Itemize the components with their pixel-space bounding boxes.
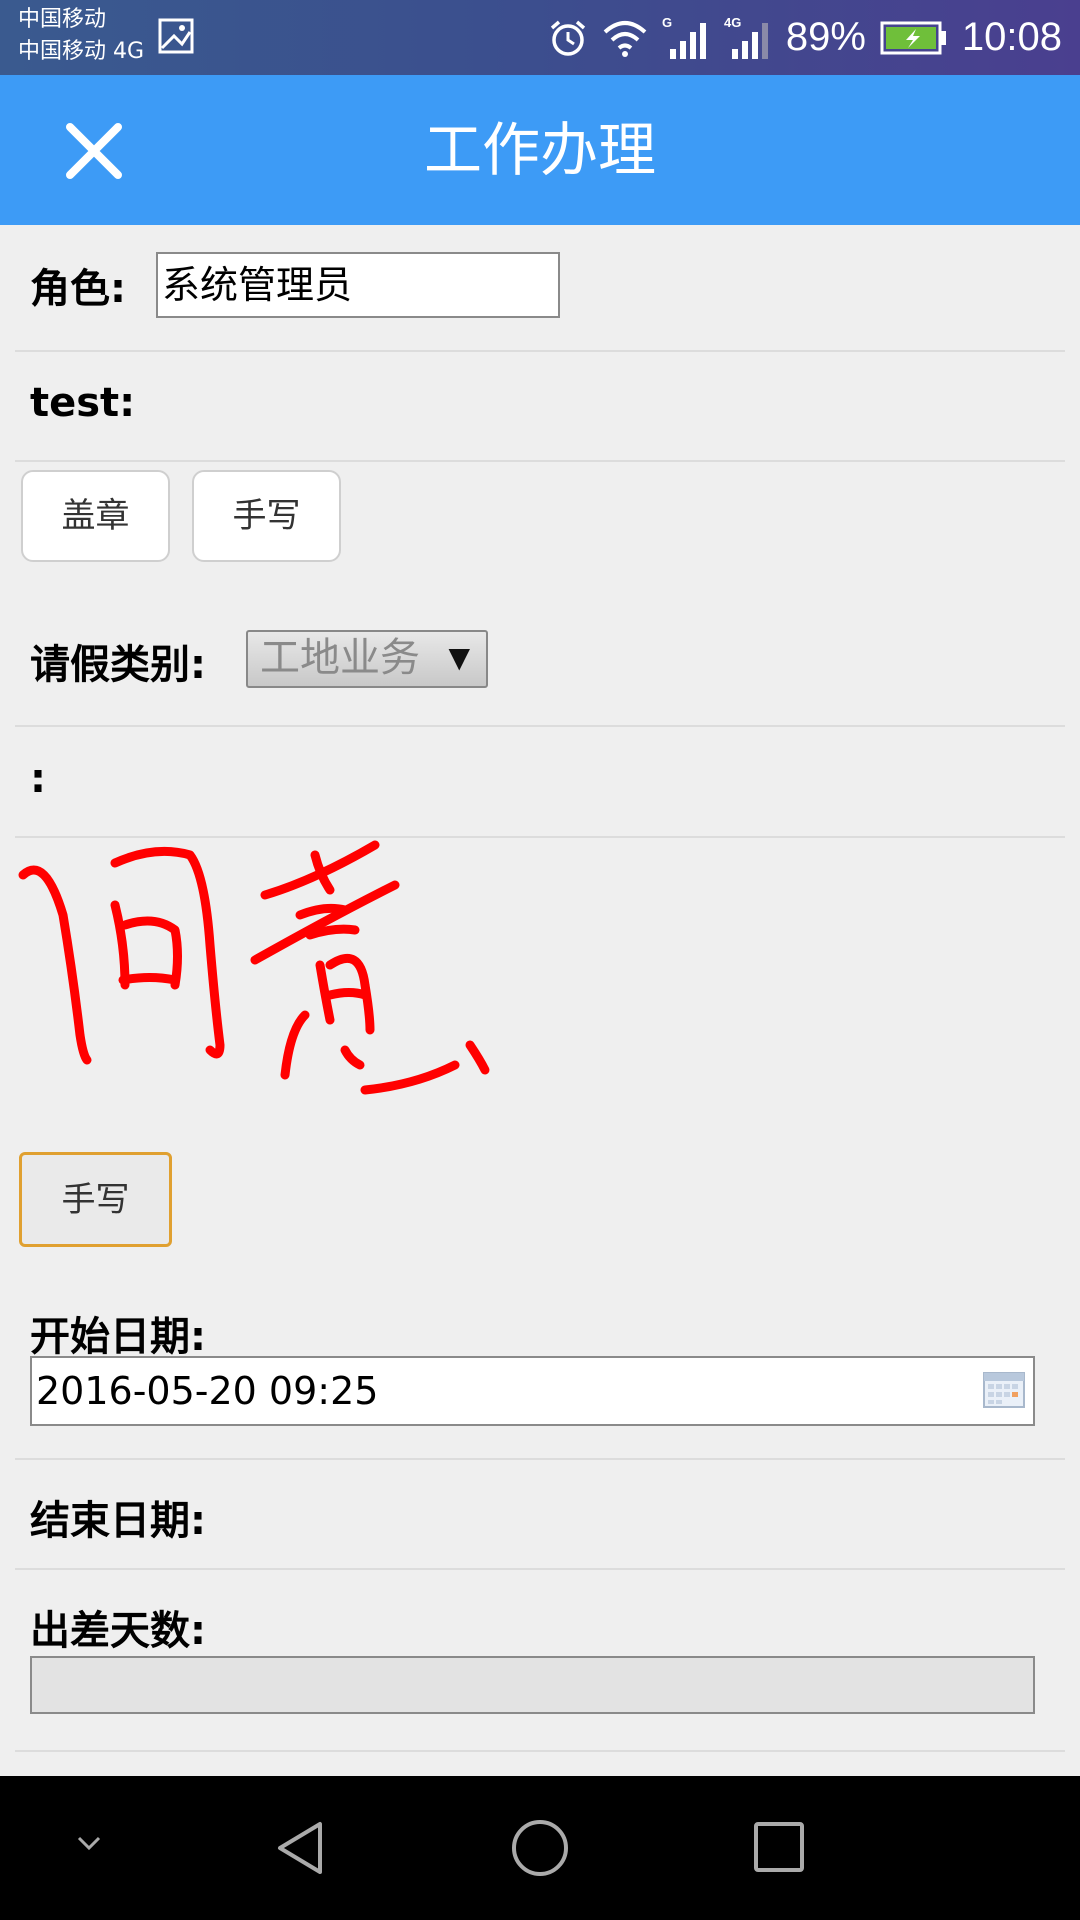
app-header: 工作办理: [0, 75, 1080, 225]
carrier-2: 中国移动 4G: [18, 39, 145, 64]
navigation-bar: [0, 1776, 1080, 1920]
divider: [15, 725, 1065, 727]
carrier-1: 中国移动: [18, 7, 107, 32]
battery-percent: 89%: [785, 15, 866, 59]
test-label: test:: [30, 380, 136, 426]
clock: 10:08: [961, 15, 1062, 59]
signal-sim1-icon: G: [662, 15, 706, 59]
start-date-input[interactable]: 2016-05-20 09:25: [30, 1356, 1035, 1426]
divider: [15, 1750, 1065, 1752]
dropdown-arrow-icon: ▼: [448, 641, 470, 674]
carrier-info: 中国移动 中国移动 4G: [18, 4, 144, 68]
leave-type-select[interactable]: 工地业务 ▼: [246, 630, 488, 688]
handwritten-signature: [18, 840, 490, 1095]
back-icon[interactable]: [272, 1818, 328, 1878]
start-date-label: 开始日期:: [30, 1314, 206, 1360]
handwrite-button[interactable]: 手写: [192, 470, 341, 562]
chevron-down-icon[interactable]: [74, 1828, 104, 1858]
wifi-icon: [603, 20, 647, 57]
sim2-network-type: 4G: [724, 15, 741, 30]
start-date-value: 2016-05-20 09:25: [36, 1369, 379, 1413]
battery-charging-icon: [880, 21, 946, 54]
signal-sim2-icon: 4G: [724, 15, 768, 59]
page-title: 工作办理: [423, 116, 656, 184]
divider: [15, 350, 1065, 352]
leave-type-label: 请假类别:: [30, 642, 206, 688]
stamp-button[interactable]: 盖章: [21, 470, 170, 562]
gallery-notification-icon: [158, 18, 194, 54]
divider: [15, 1568, 1065, 1570]
end-date-label: 结束日期:: [30, 1498, 206, 1544]
trip-days-label: 出差天数:: [30, 1608, 206, 1654]
calendar-icon[interactable]: [983, 1370, 1025, 1408]
home-icon[interactable]: [510, 1818, 570, 1878]
unnamed-field-label: :: [30, 756, 46, 802]
alarm-icon: [550, 20, 585, 56]
role-label: 角色:: [30, 266, 126, 312]
role-input[interactable]: 系统管理员: [156, 252, 560, 318]
leave-type-value: 工地业务: [260, 635, 420, 681]
sim1-network-type: G: [662, 15, 672, 30]
trip-days-input: [30, 1656, 1035, 1714]
divider: [15, 460, 1065, 462]
status-icons: G 4G 89% 10:08: [548, 10, 1062, 65]
divider: [15, 1458, 1065, 1460]
recent-apps-icon[interactable]: [752, 1820, 806, 1874]
handwrite-button-focused[interactable]: 手写: [19, 1152, 172, 1247]
status-bar: 中国移动 中国移动 4G G 4G 89% 10:08: [0, 0, 1080, 75]
